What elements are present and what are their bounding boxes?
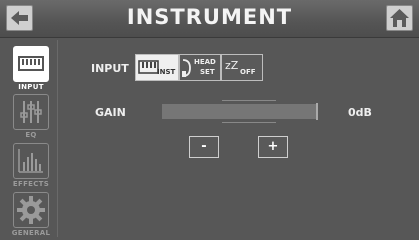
sidebar-item-effects[interactable]: EFFECTS <box>11 143 51 188</box>
option-label: INST <box>157 68 176 76</box>
sidebar-item-label: INPUT <box>18 83 44 91</box>
headset-icon <box>182 59 191 77</box>
gain-slider-handle[interactable] <box>316 103 318 120</box>
keyboard-icon <box>13 46 49 82</box>
option-label: OFF <box>240 68 256 76</box>
option-label-bottom: SET <box>200 68 215 76</box>
gain-label: GAIN <box>95 106 126 119</box>
effects-bars-icon <box>13 143 49 179</box>
instrument-screen: INSTRUMENT INPUT EQ EFFECTS GENERAL INPU… <box>0 0 419 240</box>
gain-center-mark-top <box>222 100 276 101</box>
home-icon <box>390 9 409 27</box>
top-bar: INSTRUMENT <box>0 0 419 38</box>
gain-value: 0dB <box>348 106 372 119</box>
input-option-headset[interactable]: HEAD SET <box>179 54 221 81</box>
sleep-icon: zZ <box>225 59 239 72</box>
gain-increase-button[interactable]: + <box>258 136 288 158</box>
gain-center-mark-bottom <box>222 122 276 123</box>
input-label: INPUT <box>91 62 129 75</box>
sidebar-item-eq[interactable]: EQ <box>11 94 51 139</box>
page-title: INSTRUMENT <box>126 5 293 29</box>
sidebar-item-label: EFFECTS <box>12 180 50 188</box>
home-button[interactable] <box>386 5 413 31</box>
eq-sliders-icon <box>13 94 49 130</box>
sidebar-item-label: EQ <box>25 131 37 139</box>
sidebar-item-input[interactable]: INPUT <box>11 46 51 91</box>
sidebar-item-label: GENERAL <box>11 229 51 237</box>
gain-decrease-button[interactable]: - <box>189 136 219 158</box>
option-label-top: HEAD <box>194 58 216 66</box>
input-option-off[interactable]: zZ OFF <box>221 54 263 81</box>
sidebar: INPUT EQ EFFECTS GENERAL <box>3 40 57 237</box>
gear-icon <box>13 192 49 228</box>
sidebar-divider <box>57 40 58 237</box>
input-option-inst[interactable]: INST <box>135 54 179 81</box>
gain-slider[interactable] <box>162 104 318 119</box>
sidebar-item-general[interactable]: GENERAL <box>11 192 51 237</box>
